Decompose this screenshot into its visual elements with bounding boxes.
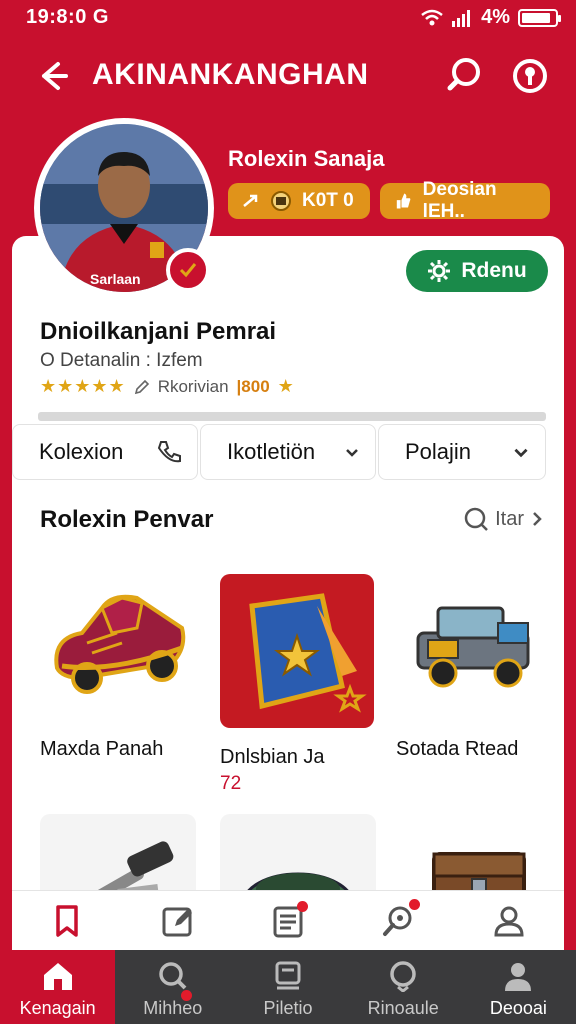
chip-coins-label: K0T 0 xyxy=(302,190,354,211)
chip-coins[interactable]: K0T 0 xyxy=(228,183,370,219)
rating-row: ★★★★★ Rkorivian |800 ★ xyxy=(40,376,295,397)
back-arrow-icon[interactable] xyxy=(30,54,74,98)
gear-icon xyxy=(428,260,451,282)
svg-text:Sarlaan: Sarlaan xyxy=(90,271,141,287)
list-item[interactable]: Maxda Panah xyxy=(40,566,200,761)
shoe-car-icon xyxy=(40,566,194,720)
bathtub-icon[interactable] xyxy=(220,814,376,898)
battery-fill xyxy=(522,12,551,23)
nav-search-label: Mihheo xyxy=(143,998,203,1018)
heart-icon xyxy=(390,961,416,992)
toolbar xyxy=(12,890,564,950)
item-price: 72 xyxy=(220,773,242,794)
nav-search[interactable]: Mihheo xyxy=(115,950,230,1024)
nav-chat[interactable]: Piletio xyxy=(230,950,345,1024)
chat-icon xyxy=(275,961,301,990)
section-link-label: Itar xyxy=(495,507,524,530)
bookmark-icon[interactable] xyxy=(45,899,89,943)
nav-favorites[interactable]: Rinoaule xyxy=(346,950,461,1024)
nav-chat-label: Piletio xyxy=(263,998,313,1018)
profile-icon xyxy=(505,963,532,991)
search-badge-icon[interactable] xyxy=(376,898,421,943)
nav-home-label: Kenagain xyxy=(19,998,96,1018)
follow-button-label: Rdenu xyxy=(461,259,527,282)
battery-percent: 4% xyxy=(481,6,510,28)
home-icon xyxy=(43,963,72,990)
list-item[interactable]: Sotada Rtead xyxy=(396,566,556,761)
section-see-all[interactable]: Itar xyxy=(463,506,544,532)
follow-button[interactable]: Rdenu xyxy=(406,250,548,292)
rating-label: Rkorivian xyxy=(157,376,229,396)
nav-home[interactable]: Kenagain xyxy=(0,950,116,1024)
profile-chips: K0T 0 Deosian lEH.. xyxy=(228,179,550,222)
search-icon[interactable] xyxy=(444,54,488,98)
verified-badge-icon xyxy=(166,248,210,292)
search-icon xyxy=(159,962,187,990)
status-right: 4% xyxy=(421,6,561,29)
filter-tabs: Kolexion Ikotletiön Polajin xyxy=(12,424,564,480)
chevron-right-icon xyxy=(533,512,542,526)
rating-stars: ★★★★★ xyxy=(40,376,126,396)
nav-profile-label: Deooai xyxy=(489,998,547,1018)
arrow-icon xyxy=(243,194,258,207)
search-icon xyxy=(464,507,488,531)
item-label: Sotada Rtead xyxy=(396,738,519,760)
tab-kolexion-label: Kolexion xyxy=(39,439,124,464)
edit-icon[interactable] xyxy=(156,899,200,943)
chip-status-label: Deosian lEH.. xyxy=(422,179,497,222)
thumb-icon xyxy=(396,193,411,209)
info-icon[interactable] xyxy=(508,54,552,98)
profile-meta: O Detanalin : Izfem xyxy=(40,350,203,371)
flag-cape-icon xyxy=(220,574,374,728)
list-icon[interactable] xyxy=(266,899,310,943)
coin-icon xyxy=(271,191,291,211)
list-item[interactable]: Dnlsbian Ja 72 xyxy=(220,574,380,795)
tab-polajin[interactable]: Polajin xyxy=(378,424,546,480)
chest-icon[interactable] xyxy=(396,814,552,898)
items-row-2 xyxy=(12,808,564,898)
divider xyxy=(38,412,546,421)
section-title: Rolexin Penvar xyxy=(40,506,214,533)
item-label: Dnlsbian Ja xyxy=(220,746,325,768)
chevron-down-icon xyxy=(514,448,528,458)
user-icon[interactable] xyxy=(487,899,531,943)
rating-points: |800 xyxy=(236,376,270,396)
status-bar: 19:8:0 G 4% xyxy=(0,0,576,34)
nav-profile[interactable]: Deooai xyxy=(461,950,576,1024)
app-bar: AKINANKANGHAN xyxy=(0,44,576,104)
status-time: 19:8:0 G xyxy=(26,6,109,28)
chip-status[interactable]: Deosian lEH.. xyxy=(380,179,550,222)
tab-kotletion-label: Ikotletiön xyxy=(227,439,316,464)
battery-icon xyxy=(518,8,561,27)
bottom-nav: Kenagain Mihheo Piletio Rinoaule Deooai xyxy=(0,950,576,1024)
nav-favorites-label: Rinoaule xyxy=(367,998,439,1018)
app-title: AKINANKANGHAN xyxy=(92,58,369,91)
wifi-icon xyxy=(421,9,443,25)
profile-username: Rolexin Sanaja xyxy=(228,146,385,171)
phone-icon xyxy=(157,441,181,463)
tab-kotletion[interactable]: Ikotletiön xyxy=(200,424,376,480)
chevron-down-icon xyxy=(346,449,358,457)
edit-small-icon xyxy=(134,379,149,394)
item-label: Maxda Panah xyxy=(40,738,164,760)
tab-kolexion[interactable]: Kolexion xyxy=(12,424,198,480)
profile-card: Rdenu Dnioilkanjani Pemrai O Detanalin :… xyxy=(12,236,564,898)
notification-dot xyxy=(296,900,308,912)
hammer-icon[interactable] xyxy=(40,814,196,898)
notification-dot xyxy=(409,898,421,910)
profile-full-name: Dnioilkanjani Pemrai xyxy=(40,318,277,345)
tab-polajin-label: Polajin xyxy=(405,439,472,464)
signal-icon xyxy=(452,9,471,27)
star-icon: ★ xyxy=(277,376,295,396)
armored-truck-icon xyxy=(396,566,550,720)
